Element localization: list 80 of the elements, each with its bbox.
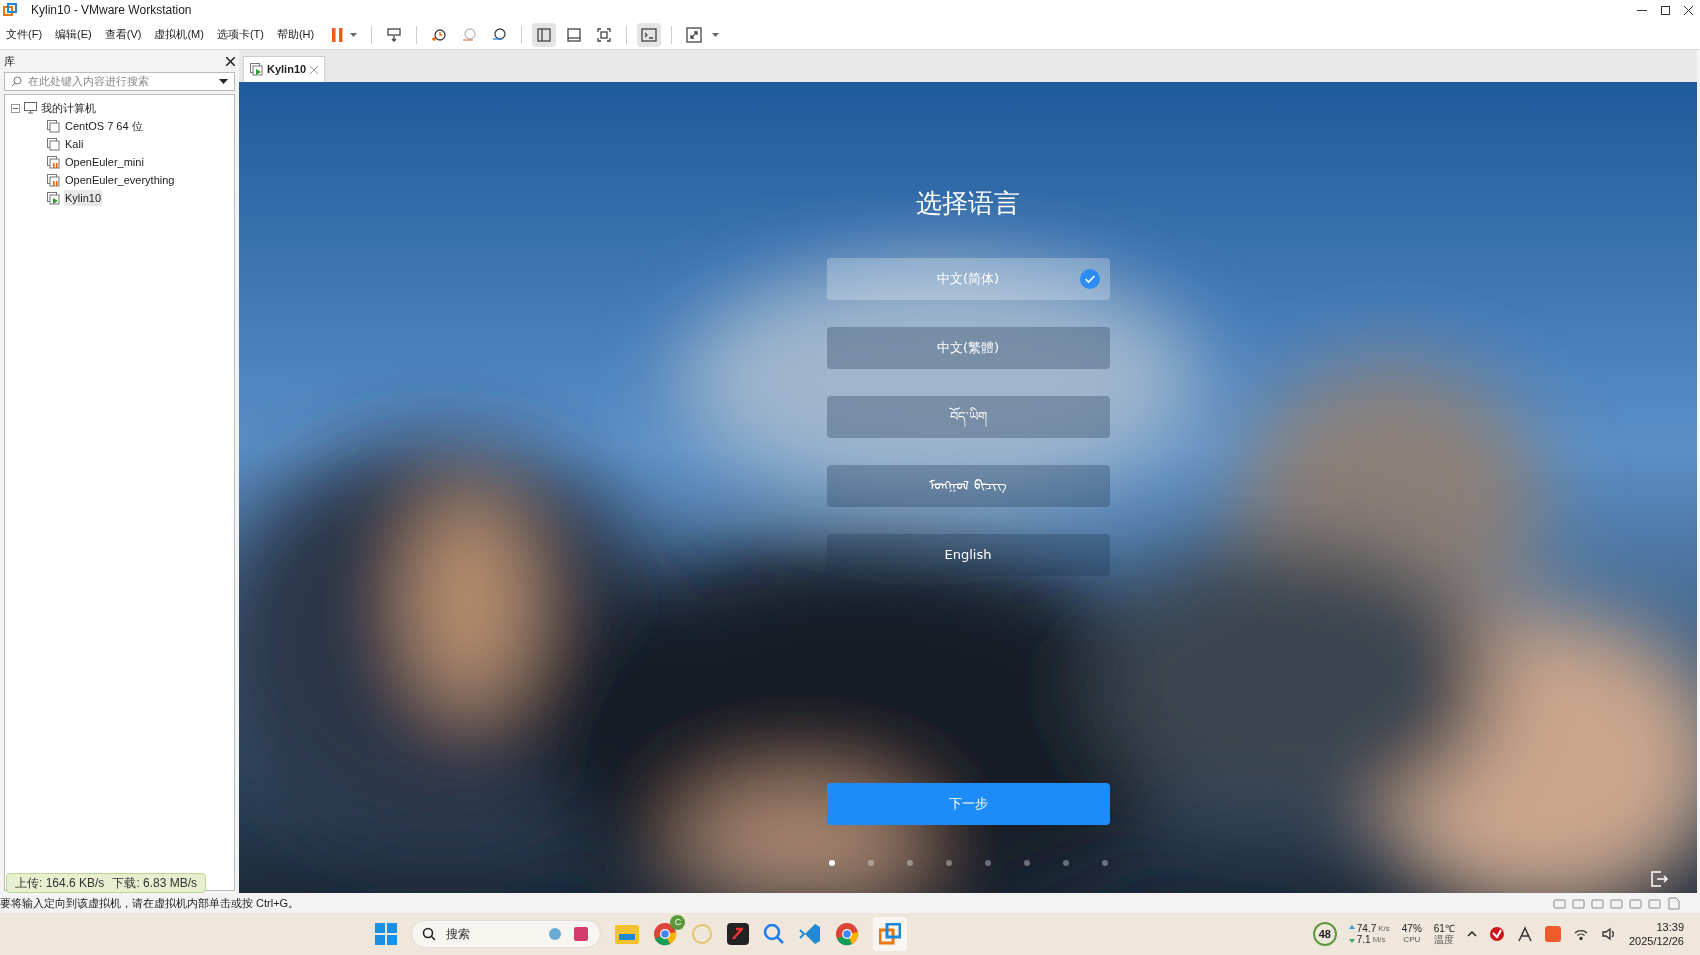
panel-title: 库 [4,53,15,69]
language-option[interactable]: English [826,534,1110,576]
network-icon[interactable] [1591,896,1604,910]
search-icon [422,927,437,941]
start-icon[interactable] [375,923,398,945]
performance-score: 48 [1312,922,1337,946]
temperature-label: 温度 [1434,934,1455,945]
page-title: 选择语言 [916,187,1020,220]
tree-item[interactable]: OpenEuler_everything [64,171,176,189]
upload-speed: 上传: 164.6 KB/s [15,875,105,892]
chevron-up-icon[interactable] [1466,931,1477,937]
taskbar-search[interactable]: 搜索 [411,920,602,948]
window-title: Kylin10 - VMware Workstation [31,2,193,19]
code-editor-icon[interactable] [799,923,822,945]
vmware-taskbar-button[interactable] [873,917,908,951]
maximize-icon[interactable] [1661,5,1670,15]
download-speed: 下载: 6.83 MB/s [112,875,198,892]
up-arrow-icon [1348,925,1355,932]
menu-item[interactable]: 帮助(H) [276,26,315,43]
printer-icon[interactable] [1629,896,1642,910]
temperature: 61℃ [1433,923,1455,934]
cpu-label: CPU [1403,934,1421,945]
vm-paused-icon [47,155,60,169]
app-tray-icon[interactable] [1488,926,1505,942]
sound-icon[interactable] [1610,896,1623,910]
library-view-icon[interactable] [532,22,557,47]
caret-icon[interactable] [712,32,720,37]
volume-icon[interactable] [1600,927,1617,941]
vm-paused-icon [47,173,60,187]
folder-icon[interactable] [615,923,640,945]
collapse-icon[interactable] [11,103,20,113]
pause-icon[interactable] [332,26,345,43]
computer-icon [24,102,37,114]
app-icon[interactable] [727,923,750,945]
console-icon[interactable] [637,22,662,47]
search-icon[interactable] [763,923,786,945]
down-arrow-icon [1348,936,1355,943]
status-message: 要将输入定向到该虚拟机，请在虚拟机内部单击或按 Ctrl+G。 [0,895,301,911]
tree-item[interactable]: OpenEuler_mini [64,153,145,171]
menu-item[interactable]: 选项卡(T) [216,26,264,43]
search-input[interactable]: 在此处键入内容进行搜索 [28,73,213,90]
search-field[interactable]: 在此处键入内容进行搜索 [4,72,235,91]
tree-item[interactable]: CentOS 7 64 位 [64,117,144,135]
tree-item[interactable]: 我的计算机 [41,99,96,117]
menu-item[interactable]: 文件(F) [6,26,43,43]
clock-time[interactable]: 13:39 [1656,920,1684,934]
close-icon[interactable] [1684,5,1693,15]
vm-running-icon [47,191,60,205]
cd-icon[interactable] [1572,896,1585,910]
menu-item[interactable]: 查看(V) [104,26,142,43]
exit-icon[interactable] [1649,869,1669,889]
minimize-icon[interactable] [1637,9,1647,11]
cpu-usage: 47% [1401,923,1422,934]
usb-icon[interactable] [1648,896,1661,910]
message-icon[interactable] [1667,896,1680,910]
upload-rate: 74.7 [1356,923,1377,934]
profile-badge: C [670,915,686,930]
vm-icon [47,119,60,133]
clock-date[interactable]: 2025/12/26 [1628,934,1684,948]
tree-item[interactable]: Kali [64,135,85,153]
app-logo-icon [3,3,17,17]
menu-item[interactable]: 编辑(E) [55,26,92,43]
menu-item[interactable]: 虚拟机(M) [154,26,204,43]
chrome-icon[interactable] [835,922,860,946]
app-tray-icon[interactable] [1516,926,1533,942]
rate-unit: M/s [1372,934,1386,945]
search-icon [11,76,22,87]
vm-tab[interactable]: Kylin10 [243,56,326,82]
vm-icon [47,137,60,151]
wifi-icon[interactable] [1572,927,1589,941]
close-icon[interactable] [226,56,235,66]
vm-running-icon [250,63,263,76]
dropdown-icon[interactable] [219,79,228,84]
caret-icon[interactable] [350,32,358,37]
language-option[interactable]: ᠮᠣᠩᠭᠣᠯ ᠪᠢᠴᠢᠭ [826,465,1110,507]
download-rate: 7.1 [1356,934,1371,945]
search-input[interactable]: 搜索 [446,925,539,943]
check-icon [1079,269,1100,289]
rate-unit: K/s [1378,923,1390,934]
tree-item[interactable]: Kylin10 [64,189,103,207]
